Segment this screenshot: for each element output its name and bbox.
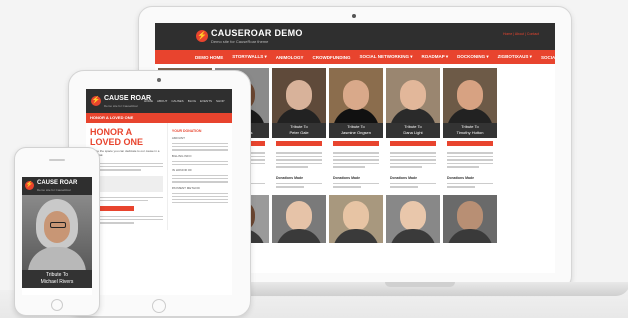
tribute-caption: Tribute To Jasmine Ongsen bbox=[329, 123, 383, 138]
site-tagline: Demo site for CauseRoar bbox=[104, 104, 138, 108]
site-tagline: Demo site for CauseRoar bbox=[37, 188, 71, 192]
tribute-photo[interactable] bbox=[329, 68, 383, 123]
tribute-label: IN HONOR OF bbox=[171, 167, 192, 172]
tribute-name[interactable]: Michael Rivers bbox=[22, 279, 92, 286]
site-header: ⚡ CAUSEROAR DEMO Demo site for CauseRoar… bbox=[155, 23, 555, 50]
nav-item[interactable]: SOCIAL MESSAGES bbox=[541, 55, 555, 60]
tribute-caption: Tribute To Timothy Hutton bbox=[443, 123, 497, 138]
tribute-photo[interactable] bbox=[272, 194, 326, 243]
tribute-button[interactable] bbox=[447, 141, 493, 146]
phone-screen: ⚡ CAUSE ROAR Demo site for CauseRoar Tri… bbox=[22, 177, 92, 295]
payment-label: PAYMENT METHOD bbox=[171, 185, 200, 190]
tribute-photo[interactable] bbox=[443, 68, 497, 123]
nav-item[interactable]: STORYWALLS ▾ bbox=[232, 54, 267, 60]
logo-icon[interactable]: ⚡ bbox=[196, 30, 208, 42]
home-button[interactable] bbox=[152, 299, 166, 313]
laptop-notch bbox=[385, 282, 455, 287]
tribute-photo[interactable] bbox=[329, 194, 383, 243]
tribute-card[interactable]: Tribute To Jasmine Ongsen Donations Made bbox=[329, 68, 383, 243]
tribute-card[interactable]: Tribute To Timothy Hutton Donations Made bbox=[443, 68, 497, 243]
nav-item[interactable]: CROWDFUNDING bbox=[313, 55, 351, 60]
menu-item[interactable]: HOME bbox=[144, 99, 153, 103]
tribute-card[interactable]: Tribute To Peter Gale Donations Made bbox=[272, 68, 326, 243]
tribute-caption: Tribute To Peter Gale bbox=[272, 123, 326, 138]
tribute-caption: Tribute To Michael Rivers bbox=[22, 270, 92, 288]
amount-label: AMOUNT bbox=[171, 136, 185, 140]
nav-item[interactable]: ANIMOLOGY bbox=[276, 55, 304, 60]
logo-icon[interactable]: ⚡ bbox=[25, 181, 34, 190]
donation-form: YOUR DONATION AMOUNT BILLING INFO IN HON… bbox=[166, 123, 232, 230]
tribute-button[interactable] bbox=[390, 141, 436, 146]
form-title: YOUR DONATION bbox=[171, 129, 202, 133]
tribute-photo[interactable] bbox=[386, 68, 440, 123]
site-title[interactable]: CAUSE ROAR bbox=[37, 180, 77, 186]
tribute-name[interactable]: Timothy Hutton bbox=[443, 130, 497, 136]
page-title: HONOR A LOVED ONE bbox=[90, 127, 144, 147]
tablet-camera bbox=[157, 78, 161, 82]
laptop-camera bbox=[352, 14, 356, 18]
tribute-caption: Tribute To Dana Light bbox=[386, 123, 440, 138]
tribute-name[interactable]: Peter Gale bbox=[272, 130, 326, 136]
menu-item[interactable]: EVENTS bbox=[200, 99, 212, 103]
phone-speaker bbox=[49, 159, 65, 161]
nav-item[interactable]: ZIGBOTIXAUS ▾ bbox=[498, 54, 532, 60]
nav-item[interactable]: DOCKONING ▾ bbox=[457, 54, 489, 60]
menu-item[interactable]: ABOUT bbox=[157, 99, 167, 103]
page-subtitle: Create the space you can dedicate to our… bbox=[90, 149, 160, 157]
nav-item[interactable]: ROADMAP ▾ bbox=[421, 54, 448, 60]
phone-header: ⚡ CAUSE ROAR Demo site for CauseRoar bbox=[22, 177, 92, 195]
tribute-button[interactable] bbox=[333, 141, 379, 146]
page-bar: HONOR A LOVED ONE bbox=[86, 113, 232, 123]
home-button[interactable] bbox=[51, 299, 63, 311]
tribute-name[interactable]: Jasmine Ongsen bbox=[329, 130, 383, 136]
menu-item[interactable]: BLOG bbox=[188, 99, 196, 103]
top-links[interactable]: Home | About | Contact bbox=[503, 32, 539, 36]
menu-item[interactable]: SHOP bbox=[216, 99, 225, 103]
tribute-name[interactable]: Dana Light bbox=[386, 130, 440, 136]
menu-item[interactable]: CAUSES bbox=[171, 99, 183, 103]
tablet-menu: HOME ABOUT CAUSES BLOG EVENTS SHOP bbox=[144, 99, 225, 103]
tablet-header: ⚡ CAUSE ROAR Demo site for CauseRoar HOM… bbox=[86, 89, 232, 113]
tribute-photo[interactable] bbox=[386, 194, 440, 243]
logo-icon[interactable]: ⚡ bbox=[91, 96, 101, 106]
site-tagline: Demo site for CauseRoar theme bbox=[211, 39, 269, 44]
tribute-photo[interactable] bbox=[443, 194, 497, 243]
nav-item[interactable]: DEMO HOME bbox=[195, 55, 223, 60]
tribute-photo[interactable] bbox=[272, 68, 326, 123]
nav-item[interactable]: SOCIAL NETWORKING ▾ bbox=[360, 54, 413, 60]
phone-device: ⚡ CAUSE ROAR Demo site for CauseRoar Tri… bbox=[14, 147, 100, 316]
site-title[interactable]: CAUSEROAR DEMO bbox=[211, 28, 303, 38]
main-nav: DEMO HOME STORYWALLS ▾ ANIMOLOGY CROWDFUNDI… bbox=[155, 50, 555, 64]
billing-label: BILLING INFO bbox=[171, 153, 192, 158]
tablet-screen: ⚡ CAUSE ROAR Demo site for CauseRoar HOM… bbox=[86, 89, 232, 295]
tribute-card[interactable]: Tribute To Dana Light Donations Made bbox=[386, 68, 440, 243]
tribute-photo[interactable] bbox=[22, 195, 92, 270]
tribute-label: Tribute To bbox=[46, 272, 68, 278]
tribute-button[interactable] bbox=[276, 141, 322, 146]
